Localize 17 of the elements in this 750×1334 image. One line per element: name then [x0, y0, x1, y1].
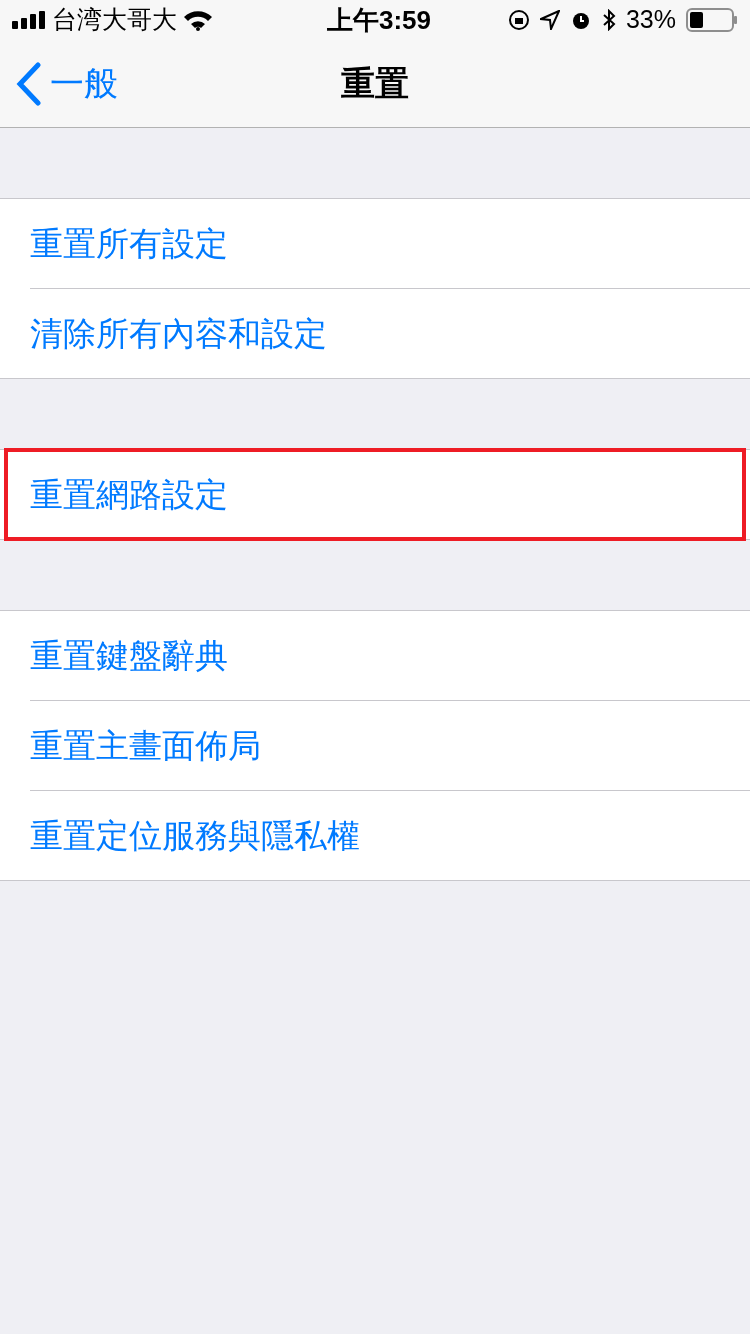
reset-option[interactable]: 重置主畫面佈局 — [0, 701, 750, 790]
signal-icon — [12, 11, 46, 29]
chevron-left-icon — [16, 61, 42, 106]
battery-icon — [686, 8, 738, 32]
reset-option[interactable]: 清除所有內容和設定 — [0, 289, 750, 378]
reset-option[interactable]: 重置所有設定 — [0, 199, 750, 288]
reset-option[interactable]: 重置鍵盤辭典 — [0, 611, 750, 700]
location-icon — [539, 10, 560, 30]
battery-percent: 33% — [625, 4, 676, 36]
orientation-lock-icon — [507, 9, 530, 31]
wifi-icon — [183, 9, 213, 31]
carrier-name: 台湾大哥大 — [52, 4, 177, 36]
nav-title: 重置 — [341, 63, 409, 104]
bluetooth-icon — [601, 9, 616, 31]
back-button[interactable]: 一般 — [0, 58, 118, 109]
status-time: 上午3:59 — [327, 3, 432, 37]
reset-option[interactable]: 重置定位服務與隱私權 — [0, 791, 750, 880]
